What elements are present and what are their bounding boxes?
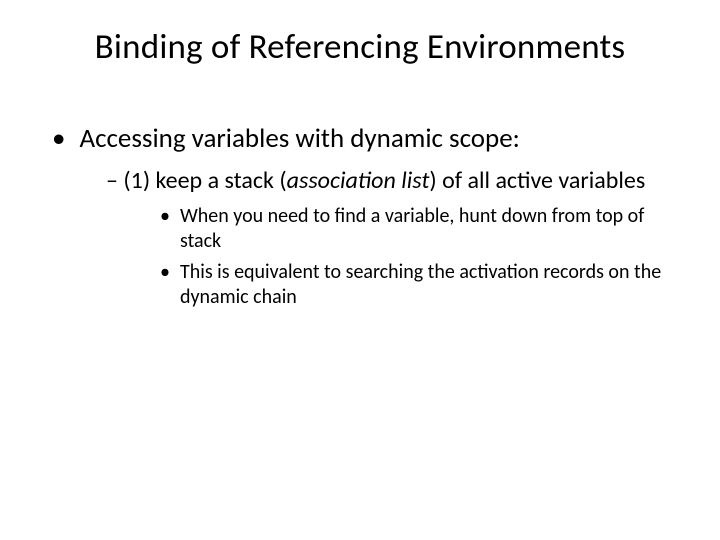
bullet-level2: – (1) keep a stack (association list) of… bbox=[106, 167, 680, 196]
bullet-level3-text: This is equivalent to searching the acti… bbox=[180, 260, 680, 310]
bullet-level1-text: Accessing variables with dynamic scope: bbox=[79, 122, 519, 155]
bullet-level3-text: When you need to find a variable, hunt d… bbox=[180, 204, 680, 254]
bullet-dot-icon: • bbox=[160, 260, 170, 310]
bullet-level3: • When you need to find a variable, hunt… bbox=[160, 204, 680, 254]
bullet-dot-icon: • bbox=[160, 204, 170, 254]
bullet-level1: • Accessing variables with dynamic scope… bbox=[52, 122, 680, 155]
bullet-dot-icon: • bbox=[52, 122, 65, 155]
slide: Binding of Referencing Environments • Ac… bbox=[0, 0, 720, 540]
bullet-level2-prefix: (1) keep a stack ( bbox=[123, 166, 286, 195]
bullet-level2-italic: association list bbox=[287, 166, 430, 195]
bullet-level3: • This is equivalent to searching the ac… bbox=[160, 260, 680, 310]
dash-icon: – bbox=[106, 166, 123, 195]
slide-title: Binding of Referencing Environments bbox=[40, 26, 680, 68]
bullet-level2-suffix: ) of all active variables bbox=[429, 166, 645, 195]
